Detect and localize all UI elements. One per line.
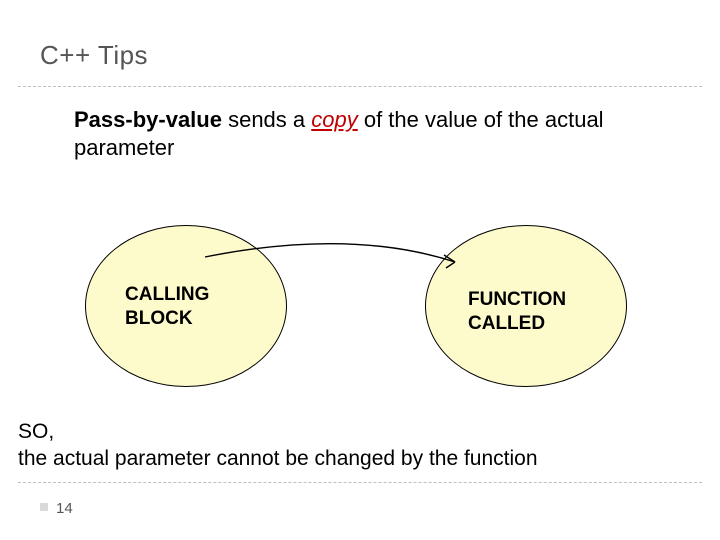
conclusion-text: SO, the actual parameter cannot be chang… (18, 418, 538, 473)
calling-block-label: CALLING BLOCK (125, 283, 209, 331)
page-number: 14 (56, 500, 73, 517)
slide-title: C++ Tips (40, 40, 148, 71)
so-line2: the actual parameter cannot be changed b… (18, 447, 538, 470)
calling-block-label-line2: BLOCK (125, 308, 193, 329)
function-called-label-line1: FUNCTION (468, 289, 566, 310)
divider-top (18, 86, 702, 87)
description-text: Pass-by-value sends a copy of the value … (74, 106, 634, 161)
desc-strong: Pass-by-value (74, 107, 222, 132)
desc-mid1: sends a (222, 107, 311, 132)
page-bullet-icon (40, 503, 48, 511)
desc-emph: copy (311, 107, 357, 132)
function-called-label: FUNCTION CALLED (468, 288, 566, 336)
divider-bottom (18, 482, 702, 483)
so-line1: SO, (18, 420, 54, 443)
calling-block-label-line1: CALLING (125, 284, 209, 305)
function-called-label-line2: CALLED (468, 313, 545, 334)
